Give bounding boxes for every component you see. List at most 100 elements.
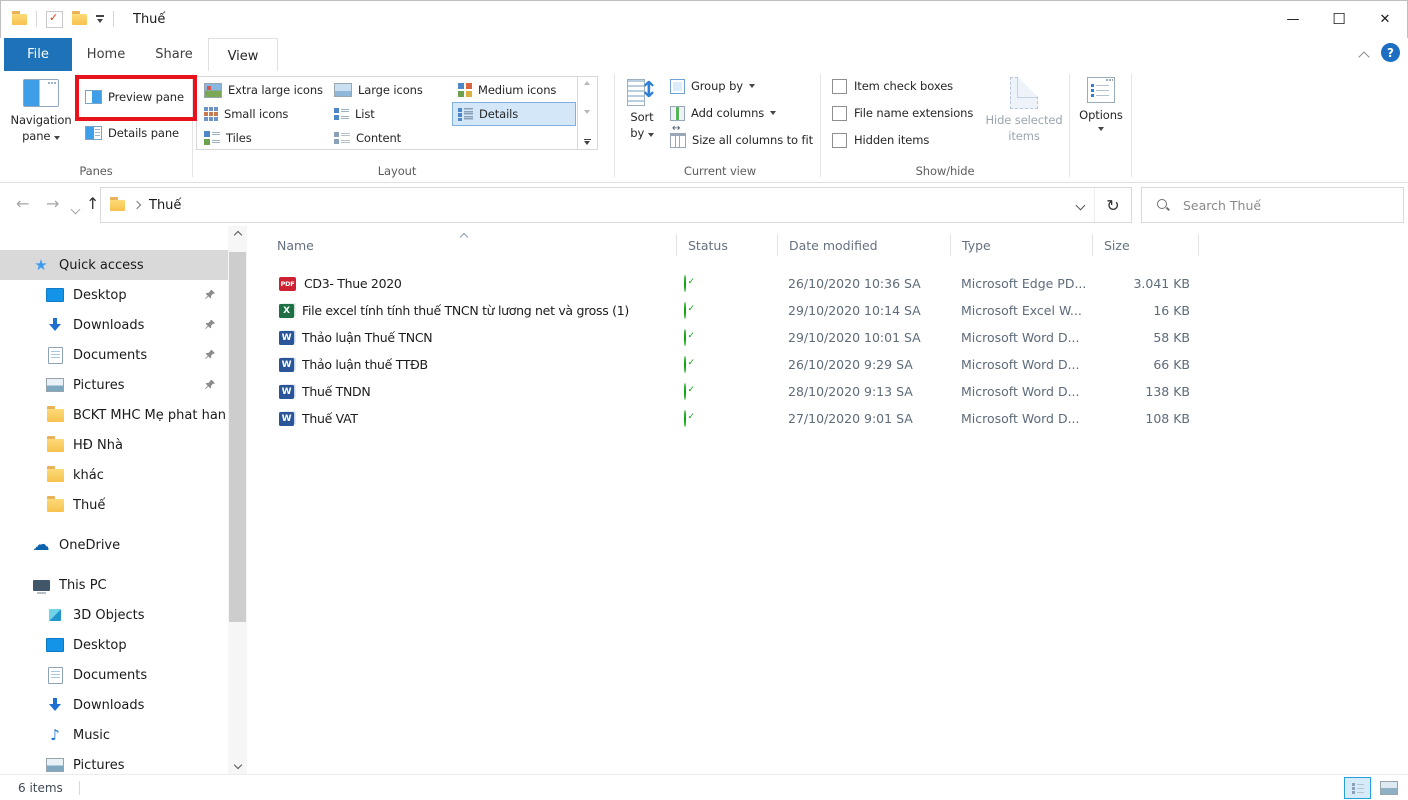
- maximize-button[interactable]: ☐: [1316, 0, 1362, 38]
- search-input[interactable]: [1181, 196, 1365, 214]
- preview-pane-button[interactable]: Preview pane: [85, 84, 184, 110]
- sort-by-button[interactable]: Sort by: [620, 76, 664, 165]
- sidebar-item-hd-nha-folder[interactable]: HĐ Nhà: [0, 430, 228, 460]
- tab-file[interactable]: File: [4, 38, 72, 71]
- file-name-extensions-checkbox[interactable]: [832, 105, 847, 121]
- group-by-icon: [670, 78, 685, 94]
- layout-content[interactable]: Content: [328, 126, 450, 150]
- breadcrumb-path[interactable]: Thuế: [149, 198, 181, 213]
- synced-status-icon: [684, 302, 686, 319]
- layout-list[interactable]: List: [328, 102, 450, 126]
- sidebar-item-pictures[interactable]: Pictures: [0, 370, 228, 400]
- file-name-extensions-option[interactable]: File name extensions: [832, 103, 973, 123]
- folder-icon: [46, 435, 64, 452]
- details-pane-button[interactable]: Details pane: [85, 120, 179, 146]
- gallery-scroll-up-icon[interactable]: [584, 81, 590, 85]
- sidebar-item-khac-folder[interactable]: khác: [0, 460, 228, 490]
- file-row[interactable]: CD3- Thue 2020 26/10/2020 10:36 SA Micro…: [255, 270, 1408, 297]
- up-icon[interactable]: ↑: [86, 192, 99, 216]
- desktop-icon: [46, 288, 64, 302]
- qat-customize-dropdown-icon[interactable]: [96, 15, 104, 23]
- item-check-boxes-checkbox[interactable]: [832, 78, 847, 94]
- qat-properties-icon[interactable]: [46, 10, 63, 28]
- refresh-icon[interactable]: ↻: [1095, 188, 1131, 222]
- scroll-up-icon[interactable]: [228, 226, 247, 244]
- back-icon[interactable]: ←: [16, 192, 29, 216]
- this-pc-icon: [32, 579, 50, 594]
- group-by-button[interactable]: Group by: [670, 76, 755, 96]
- column-header-type[interactable]: Type: [950, 234, 1092, 256]
- navigation-pane-button[interactable]: Navigation pane: [8, 79, 74, 165]
- item-check-boxes-label: Item check boxes: [854, 79, 954, 93]
- recent-locations-chevron-icon[interactable]: [70, 196, 81, 220]
- sidebar-item-desktop[interactable]: Desktop: [0, 280, 228, 310]
- file-row[interactable]: Thuế TNDN 28/10/2020 9:13 SA Microsoft W…: [255, 378, 1408, 405]
- breadcrumb[interactable]: Thuế: [101, 196, 181, 213]
- item-check-boxes-option[interactable]: Item check boxes: [832, 76, 953, 96]
- add-columns-button[interactable]: Add columns: [670, 103, 777, 123]
- sidebar-item-thue-folder[interactable]: Thuế: [0, 490, 228, 520]
- collapse-ribbon-icon[interactable]: [1358, 46, 1372, 63]
- sidebar-item-bckt-folder[interactable]: BCKT MHC Mẹ phat han: [0, 400, 228, 430]
- file-row[interactable]: Thuế VAT 27/10/2020 9:01 SA Microsoft Wo…: [255, 405, 1408, 432]
- gallery-scroll-down-icon[interactable]: [584, 109, 590, 114]
- pin-icon: [205, 349, 216, 359]
- qat-new-folder-icon[interactable]: [72, 10, 87, 25]
- file-row[interactable]: File excel tính tính thuế TNCN từ lương …: [255, 297, 1408, 324]
- gallery-more-icon[interactable]: [583, 138, 591, 145]
- layout-medium-icons[interactable]: Medium icons: [452, 78, 576, 102]
- column-headers: Name Status Date modified Type Size: [255, 226, 1408, 264]
- qat-divider: [36, 11, 37, 27]
- size-all-columns-button[interactable]: Size all columns to fit: [670, 123, 813, 150]
- hide-selected-items-button[interactable]: Hide selected items: [985, 77, 1063, 167]
- hidden-items-checkbox[interactable]: [832, 132, 847, 148]
- synced-status-icon: [684, 329, 686, 346]
- sidebar-item-onedrive[interactable]: OneDrive: [0, 530, 228, 560]
- qat-divider: [113, 11, 114, 27]
- details-view-toggle[interactable]: [1344, 777, 1371, 799]
- file-row[interactable]: Thảo luận Thuế TNCN 29/10/2020 10:01 SA …: [255, 324, 1408, 351]
- panes-group-label: Panes: [79, 164, 113, 178]
- column-header-date-modified[interactable]: Date modified: [777, 234, 950, 256]
- address-dropdown-icon[interactable]: [1066, 188, 1095, 222]
- tab-view[interactable]: View: [208, 38, 278, 74]
- hidden-items-option[interactable]: Hidden items: [832, 130, 929, 150]
- sidebar-item-pc-desktop[interactable]: Desktop: [0, 630, 228, 660]
- sidebar-item-downloads[interactable]: Downloads: [0, 310, 228, 340]
- layout-tiles[interactable]: Tiles: [198, 126, 326, 150]
- search-box[interactable]: [1141, 187, 1404, 223]
- scrollbar-thumb[interactable]: [229, 252, 246, 622]
- column-header-status[interactable]: Status: [676, 234, 777, 256]
- help-icon[interactable]: ?: [1381, 43, 1400, 62]
- layout-small-icons[interactable]: Small icons: [198, 102, 326, 126]
- thumbnail-view-toggle[interactable]: [1375, 777, 1402, 799]
- documents-icon: [47, 666, 63, 684]
- sidebar-scrollbar[interactable]: [228, 226, 247, 775]
- sidebar-item-pc-pictures[interactable]: Pictures: [0, 750, 228, 775]
- sort-by-label: Sort: [630, 110, 654, 124]
- pin-icon: [205, 319, 216, 329]
- sidebar-item-3d-objects[interactable]: 3D Objects: [0, 600, 228, 630]
- explorer-folder-icon: [12, 10, 27, 25]
- address-bar[interactable]: Thuế ↻: [100, 187, 1132, 223]
- items-count: 6 items: [18, 780, 63, 795]
- layout-extra-large-icons[interactable]: Extra large icons: [198, 78, 326, 102]
- forward-icon[interactable]: →: [46, 192, 59, 216]
- column-header-size[interactable]: Size: [1092, 234, 1198, 256]
- sidebar-item-this-pc[interactable]: This PC: [0, 570, 228, 600]
- options-button[interactable]: Options: [1074, 77, 1128, 167]
- scroll-down-icon[interactable]: [228, 757, 247, 775]
- file-row[interactable]: Thảo luận thuế TTĐB 26/10/2020 9:29 SA M…: [255, 351, 1408, 378]
- tab-share[interactable]: Share: [140, 38, 208, 71]
- tab-home[interactable]: Home: [72, 38, 140, 71]
- layout-large-icons[interactable]: Large icons: [328, 78, 450, 102]
- content-icon: [334, 131, 350, 145]
- sidebar-item-documents[interactable]: Documents: [0, 340, 228, 370]
- close-button[interactable]: ✕: [1362, 0, 1408, 38]
- layout-details-selected[interactable]: Details: [452, 102, 576, 126]
- sidebar-item-quick-access[interactable]: Quick access: [0, 250, 228, 280]
- sidebar-item-pc-documents[interactable]: Documents: [0, 660, 228, 690]
- sidebar-item-pc-downloads[interactable]: Downloads: [0, 690, 228, 720]
- sidebar-item-music[interactable]: Music: [0, 720, 228, 750]
- minimize-button[interactable]: —: [1270, 0, 1316, 38]
